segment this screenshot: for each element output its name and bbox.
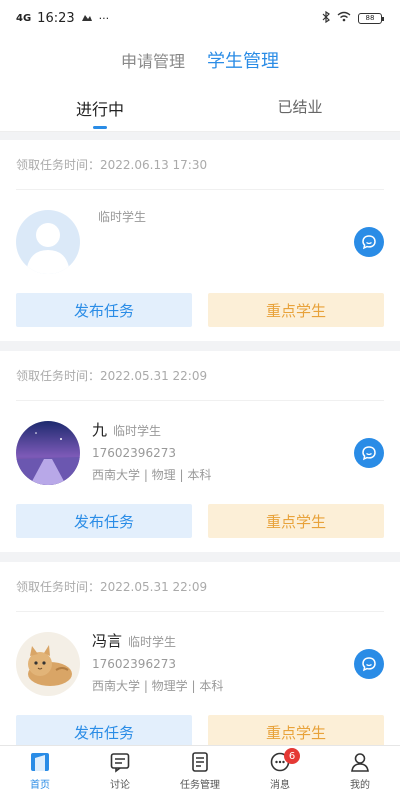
top-tab-bar: 申请管理 学生管理 <box>0 36 400 84</box>
student-card: 领取任务时间：2022.05.31 22:09 九 临时学生 176023962… <box>0 351 400 552</box>
student-name: 冯言 <box>92 632 123 650</box>
signal-indicator: 4G <box>16 12 32 24</box>
task-time: 领取任务时间：2022.05.31 22:09 <box>16 562 384 612</box>
status-time: 16:23 <box>37 10 75 26</box>
chat-button[interactable] <box>354 648 384 679</box>
tab-application-management[interactable]: 申请管理 <box>121 48 185 72</box>
nav-label: 首页 <box>30 780 50 791</box>
nav-home[interactable]: 首页 <box>0 746 80 795</box>
tab-student-management[interactable]: 学生管理 <box>207 47 279 73</box>
status-bar: 4G 16:23 ··· 88 <box>0 0 400 36</box>
publish-task-button[interactable]: 发布任务 <box>16 715 192 745</box>
task-icon <box>188 750 212 774</box>
discussion-icon <box>108 750 132 774</box>
battery-level: 88 <box>365 14 375 22</box>
profile-icon <box>348 750 372 774</box>
chat-button[interactable] <box>354 226 384 257</box>
chat-icon <box>362 656 376 671</box>
landscape-avatar[interactable] <box>16 420 80 485</box>
notification-icon <box>81 11 93 26</box>
status-tab-bar: 进行中 已结业 <box>0 84 400 132</box>
task-time: 领取任务时间：2022.05.31 22:09 <box>16 351 384 401</box>
nav-label: 我的 <box>350 780 370 791</box>
chat-icon <box>362 234 376 249</box>
message-badge: 6 <box>284 748 300 764</box>
tab-completed[interactable]: 已结业 <box>200 84 400 131</box>
key-student-button[interactable]: 重点学生 <box>208 293 384 327</box>
publish-task-button[interactable]: 发布任务 <box>16 504 192 538</box>
key-student-button[interactable]: 重点学生 <box>208 715 384 745</box>
student-list[interactable]: 领取任务时间：2022.06.13 17:30 临时学生 发布任务 重点学生 领… <box>0 140 400 745</box>
wifi-icon <box>337 11 351 25</box>
default-avatar[interactable] <box>16 209 80 274</box>
publish-task-button[interactable]: 发布任务 <box>16 293 192 327</box>
student-school: 西南大学 | 物理学 | 本科 <box>92 679 224 693</box>
bottom-navigation: 首页 讨论 任务管理 6 消息 我的 <box>0 745 400 795</box>
tab-in-progress[interactable]: 进行中 <box>0 84 200 131</box>
student-card: 领取任务时间：2022.05.31 22:09 冯言 临时学生 17602396… <box>0 562 400 745</box>
student-school: 西南大学 | 物理 | 本科 <box>92 468 212 482</box>
student-phone: 17602396273 <box>92 657 176 671</box>
chat-icon <box>362 445 376 460</box>
nav-label: 消息 <box>270 780 290 791</box>
home-icon <box>28 750 52 774</box>
chat-button[interactable] <box>354 437 384 468</box>
nav-messages[interactable]: 6 消息 <box>240 746 320 795</box>
cat-avatar[interactable] <box>16 631 80 696</box>
bluetooth-icon <box>322 10 330 26</box>
nav-task-management[interactable]: 任务管理 <box>160 746 240 795</box>
student-tag: 临时学生 <box>98 210 147 224</box>
nav-label: 任务管理 <box>180 780 220 791</box>
nav-discussion[interactable]: 讨论 <box>80 746 160 795</box>
student-card: 领取任务时间：2022.06.13 17:30 临时学生 发布任务 重点学生 <box>0 140 400 341</box>
student-tag: 临时学生 <box>128 635 177 649</box>
student-tag: 临时学生 <box>113 424 162 438</box>
more-indicator: ··· <box>98 11 110 25</box>
task-time: 领取任务时间：2022.06.13 17:30 <box>16 140 384 190</box>
student-phone: 17602396273 <box>92 446 176 460</box>
nav-label: 讨论 <box>110 780 130 791</box>
battery-icon: 88 <box>358 12 384 24</box>
key-student-button[interactable]: 重点学生 <box>208 504 384 538</box>
student-name: 九 <box>92 421 108 439</box>
nav-profile[interactable]: 我的 <box>320 746 400 795</box>
